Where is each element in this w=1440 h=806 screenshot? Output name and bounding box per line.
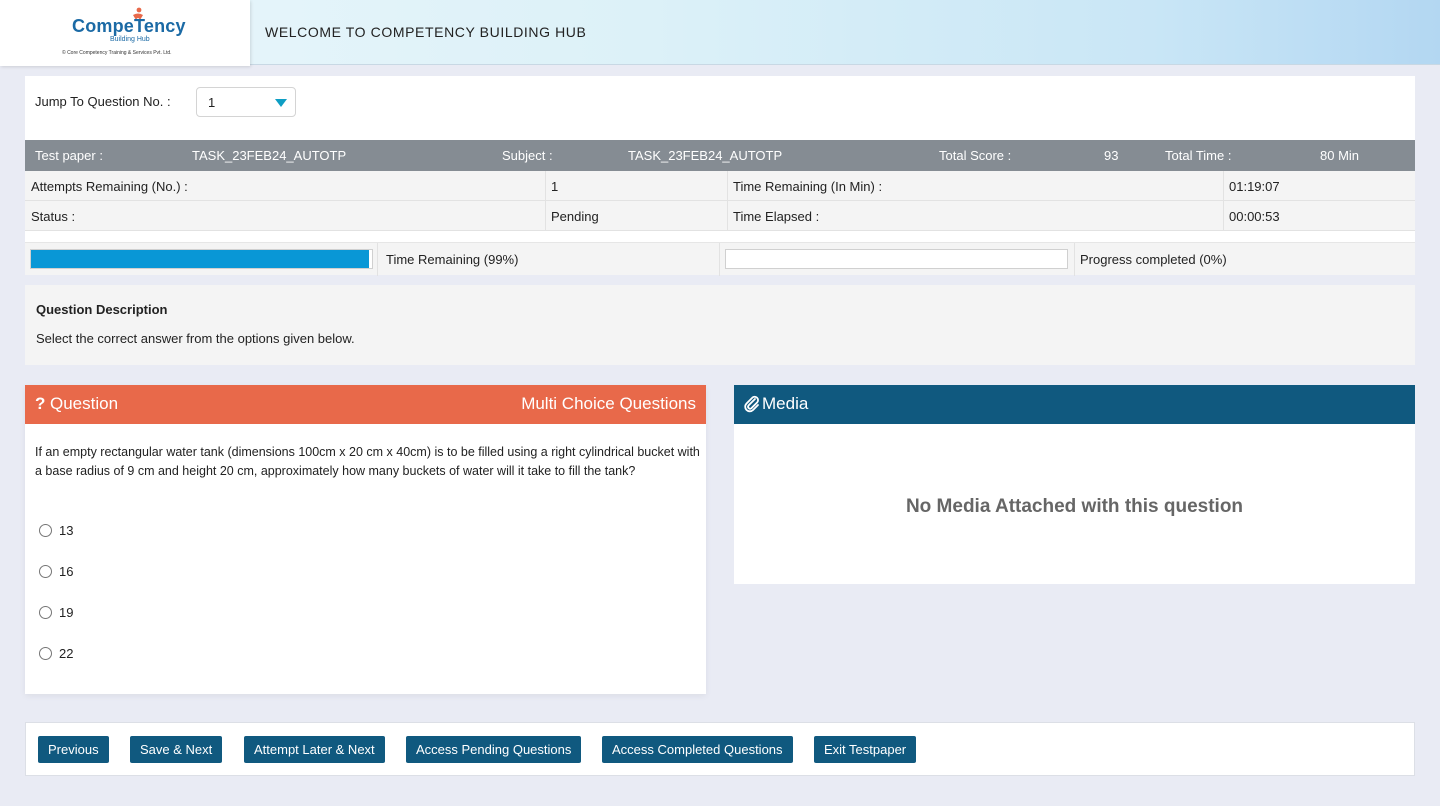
description-text: Select the correct answer from the optio… <box>36 331 355 346</box>
radio-button[interactable] <box>39 647 52 660</box>
total-time-label: Total Time : <box>1165 148 1232 163</box>
time-elapsed-value: 00:00:53 <box>1229 209 1280 224</box>
stats-row-status: Status : Pending Time Elapsed : 00:00:53 <box>25 201 1415 231</box>
time-remaining-progress-fill <box>31 250 369 268</box>
logo-name: CompeTency <box>72 16 186 36</box>
total-score-value: 93 <box>1104 148 1119 163</box>
media-panel-title: Media <box>762 394 809 413</box>
description-title: Question Description <box>36 302 168 317</box>
action-bar: Previous Save & Next Attempt Later & Nex… <box>25 722 1415 776</box>
divider <box>727 171 728 201</box>
subject-label: Subject : <box>502 148 553 163</box>
media-panel-header: Media <box>734 385 1415 424</box>
divider <box>545 201 546 231</box>
no-media-message: No Media Attached with this question <box>905 496 1244 517</box>
test-paper-value: TASK_23FEB24_AUTOTP <box>192 148 347 163</box>
status-label: Status : <box>31 209 76 224</box>
divider <box>1074 243 1075 276</box>
answer-option[interactable]: 22 <box>39 646 73 661</box>
question-text: If an empty rectangular water tank (dime… <box>35 445 700 478</box>
divider <box>377 243 378 276</box>
answer-option-label: 22 <box>59 646 74 661</box>
subject-value: TASK_23FEB24_AUTOTP <box>628 148 783 163</box>
logo: CompeTency Building Hub © Core Competenc… <box>0 0 250 66</box>
divider <box>719 243 720 276</box>
attempt-later-next-button[interactable]: Attempt Later & Next <box>244 736 385 763</box>
exit-testpaper-button[interactable]: Exit Testpaper <box>814 736 917 763</box>
save-next-button[interactable]: Save & Next <box>130 736 223 763</box>
question-panel-title: Question <box>50 394 119 413</box>
app-header: CompeTency Building Hub © Core Competenc… <box>0 0 1440 66</box>
time-remaining-progress-bar <box>30 249 373 269</box>
total-score-label: Total Score : <box>939 148 1012 163</box>
time-remaining-label: Time Remaining (In Min) : <box>733 179 883 194</box>
question-panel-header: ? Question Multi Choice Questions <box>25 385 706 424</box>
completion-progress-bar <box>725 249 1068 269</box>
paperclip-icon <box>744 395 759 413</box>
completion-percent-label: Progress completed (0%) <box>1080 252 1227 267</box>
total-time-value: 80 Min <box>1320 148 1360 163</box>
attempts-value: 1 <box>551 179 559 194</box>
radio-button[interactable] <box>39 565 52 578</box>
access-pending-questions-button[interactable]: Access Pending Questions <box>406 736 582 763</box>
question-panel: ? Question Multi Choice Questions If an … <box>25 385 706 694</box>
question-icon: ? <box>35 394 46 413</box>
media-panel: Media No Media Attached with this questi… <box>734 385 1415 584</box>
jump-selected-value: 1 <box>208 95 216 110</box>
time-remaining-value: 01:19:07 <box>1229 179 1280 194</box>
test-info-card: Jump To Question No. : 1 Test paper : TA… <box>25 76 1415 276</box>
answer-option-label: 13 <box>59 523 74 538</box>
time-elapsed-label: Time Elapsed : <box>733 209 820 224</box>
jump-label: Jump To Question No. : <box>35 94 171 109</box>
divider <box>1223 171 1224 201</box>
answer-option-label: 16 <box>59 564 74 579</box>
answer-option[interactable]: 19 <box>39 605 73 620</box>
answer-option[interactable]: 13 <box>39 523 73 538</box>
logo-copyright: © Core Competency Training & Services Pv… <box>62 50 172 56</box>
access-completed-questions-button[interactable]: Access Completed Questions <box>602 736 793 763</box>
logo-subtitle: Building Hub <box>110 36 150 43</box>
test-paper-label: Test paper : <box>35 148 103 163</box>
answer-option-label: 19 <box>59 605 74 620</box>
progress-row: Time Remaining (99%) Progress completed … <box>25 242 1415 276</box>
divider <box>545 171 546 201</box>
radio-button[interactable] <box>39 606 52 619</box>
answer-option[interactable]: 16 <box>39 564 73 579</box>
time-remaining-percent-label: Time Remaining (99%) <box>386 252 519 267</box>
question-description-card: Question Description Select the correct … <box>25 285 1415 365</box>
jump-question-select[interactable]: 1 <box>196 87 296 117</box>
page-title: WELCOME TO COMPETENCY BUILDING HUB <box>265 24 587 40</box>
stats-row-attempts: Attempts Remaining (No.) : 1 Time Remain… <box>25 171 1415 201</box>
previous-button[interactable]: Previous <box>38 736 109 763</box>
divider <box>1223 201 1224 231</box>
test-summary-bar: Test paper : TASK_23FEB24_AUTOTP Subject… <box>25 140 1415 171</box>
attempts-label: Attempts Remaining (No.) : <box>31 179 188 194</box>
status-value: Pending <box>551 209 599 224</box>
chevron-down-icon <box>275 99 287 107</box>
radio-button[interactable] <box>39 524 52 537</box>
question-type-label: Multi Choice Questions <box>521 394 696 413</box>
divider <box>727 201 728 231</box>
